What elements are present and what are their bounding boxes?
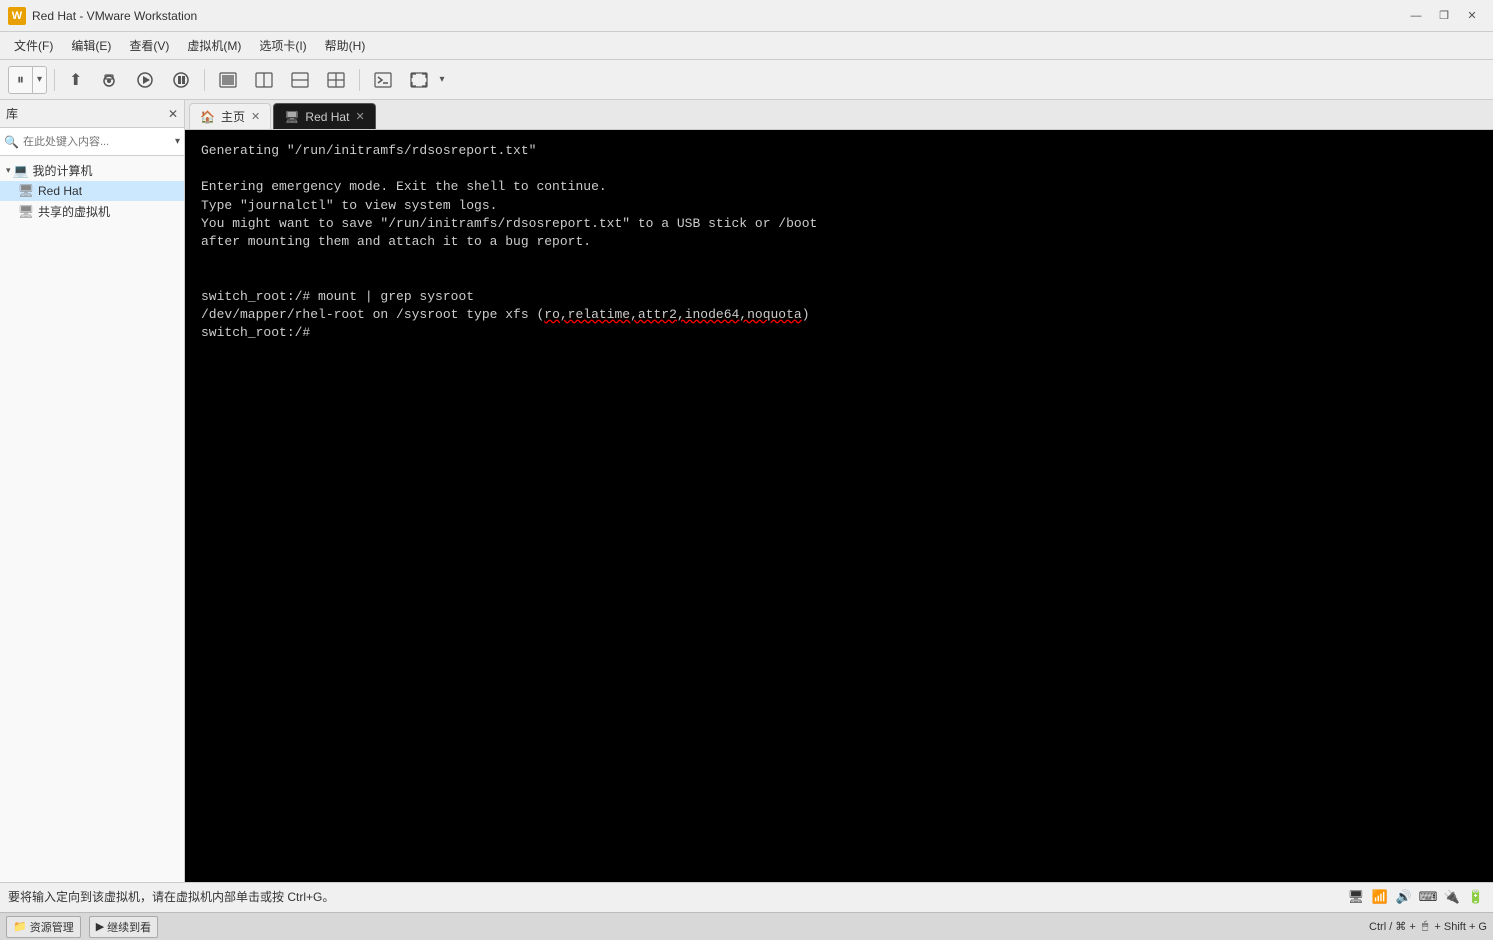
- taskbar-right: Ctrl / ⌘ + 🖱 + Shift + G: [1369, 920, 1487, 933]
- search-bar[interactable]: 🔍 ▾: [0, 128, 184, 156]
- my-computer-icon: 💻: [13, 163, 29, 179]
- pause-icon: ⏸: [9, 67, 33, 93]
- sidebar-tree: ▾ 💻 我的计算机 🖥 Red Hat 🖥 共享的虚拟机: [0, 156, 184, 882]
- taskbar-item-continue[interactable]: ▶ 继续到看: [89, 916, 158, 938]
- collapse-arrow-my-computer: ▾: [6, 165, 11, 176]
- home-tab-icon: 🏠: [200, 110, 215, 124]
- layout-single-icon: [219, 72, 237, 88]
- main-layout: 库 ✕ 🔍 ▾ ▾ 💻 我的计算机 🖥 Red Hat 🖥 共享的虚拟机: [0, 100, 1493, 882]
- tree-item-shared-vms[interactable]: 🖥 共享的虚拟机: [0, 201, 184, 222]
- menu-view[interactable]: 查看(V): [121, 35, 177, 56]
- layout-quad-button[interactable]: [320, 65, 352, 95]
- suspend-icon: [136, 71, 154, 89]
- menu-edit[interactable]: 编辑(E): [63, 35, 119, 56]
- close-button[interactable]: ✕: [1459, 6, 1485, 26]
- console-output: Generating "/run/initramfs/rdsosreport.t…: [185, 130, 1493, 354]
- resources-icon: 📁: [13, 920, 27, 933]
- taskbar-shortcut-label: Ctrl / ⌘ +: [1369, 920, 1416, 933]
- status-usb-icon[interactable]: 🔌: [1443, 888, 1461, 906]
- tabs-bar: 🏠 主页 ✕ 🖥 Red Hat ✕: [185, 100, 1493, 130]
- continue-icon: ▶: [96, 920, 104, 933]
- tree-item-my-computer[interactable]: ▾ 💻 我的计算机: [0, 160, 184, 181]
- terminal-button[interactable]: [367, 65, 399, 95]
- status-keyboard-icon[interactable]: ⌨: [1419, 888, 1437, 906]
- send-to-button[interactable]: ⬆: [62, 65, 89, 95]
- minimize-button[interactable]: —: [1403, 6, 1429, 26]
- menu-vm[interactable]: 虚拟机(M): [179, 35, 249, 56]
- menu-file[interactable]: 文件(F): [6, 35, 61, 56]
- home-tab-close[interactable]: ✕: [251, 110, 260, 123]
- shared-vms-label: 共享的虚拟机: [38, 203, 110, 220]
- vm-console[interactable]: Generating "/run/initramfs/rdsosreport.t…: [185, 130, 1493, 882]
- toolbar-sep-3: [359, 69, 360, 91]
- tab-home[interactable]: 🏠 主页 ✕: [189, 103, 271, 129]
- layout-split-h-button[interactable]: [248, 65, 280, 95]
- snapshot-icon: [100, 71, 118, 89]
- menu-tabs[interactable]: 选项卡(I): [251, 35, 314, 56]
- tabs-and-content: 🏠 主页 ✕ 🖥 Red Hat ✕ Generating "/run/init…: [185, 100, 1493, 882]
- fullscreen-icon: [410, 72, 428, 88]
- search-input[interactable]: [23, 136, 171, 148]
- red-hat-tab-close[interactable]: ✕: [355, 110, 364, 123]
- resume-button[interactable]: [165, 65, 197, 95]
- layout-split-h-icon: [255, 72, 273, 88]
- taskbar-mouse-icon: 🖱: [1422, 920, 1429, 933]
- fullscreen-button[interactable]: [403, 65, 435, 95]
- taskbar-item-resources[interactable]: 📁 资源管理: [6, 916, 81, 938]
- pause-button[interactable]: ⏸ ▾: [8, 66, 47, 94]
- resume-icon: [172, 71, 190, 89]
- window-title: Red Hat - VMware Workstation: [32, 9, 1403, 23]
- app-icon: W: [8, 7, 26, 25]
- taskbar: 📁 资源管理 ▶ 继续到看 Ctrl / ⌘ + 🖱 + Shift + G: [0, 912, 1493, 940]
- search-icon: 🔍: [4, 135, 19, 149]
- title-bar: W Red Hat - VMware Workstation — ❐ ✕: [0, 0, 1493, 32]
- shared-vms-icon: 🖥: [18, 204, 34, 220]
- menu-bar: 文件(F) 编辑(E) 查看(V) 虚拟机(M) 选项卡(I) 帮助(H): [0, 32, 1493, 60]
- status-audio-icon[interactable]: 🔊: [1395, 888, 1413, 906]
- sidebar-close-button[interactable]: ✕: [168, 107, 178, 121]
- restore-button[interactable]: ❐: [1431, 6, 1457, 26]
- resources-label: 资源管理: [30, 919, 74, 935]
- tree-item-red-hat[interactable]: 🖥 Red Hat: [0, 181, 184, 201]
- red-hat-label: Red Hat: [38, 184, 82, 198]
- sidebar: 库 ✕ 🔍 ▾ ▾ 💻 我的计算机 🖥 Red Hat 🖥 共享的虚拟机: [0, 100, 185, 882]
- red-hat-tab-label: Red Hat: [305, 110, 349, 124]
- continue-label: 继续到看: [107, 919, 151, 935]
- layout-split-v-icon: [291, 72, 309, 88]
- my-computer-label: 我的计算机: [33, 162, 93, 179]
- toolbar: ⏸ ▾ ⬆: [0, 60, 1493, 100]
- tab-red-hat[interactable]: 🖥 Red Hat ✕: [273, 103, 375, 129]
- home-tab-label: 主页: [221, 108, 245, 125]
- toolbar-sep-2: [204, 69, 205, 91]
- status-icons: 🖥 📶 🔊 ⌨ 🔌 🔋: [1347, 888, 1485, 906]
- taskbar-shift-label: + Shift + G: [1434, 921, 1487, 933]
- toolbar-sep-1: [54, 69, 55, 91]
- layout-single-button[interactable]: [212, 65, 244, 95]
- window-controls: — ❐ ✕: [1403, 6, 1485, 26]
- suspend-button[interactable]: [129, 65, 161, 95]
- sidebar-title: 库: [6, 105, 164, 122]
- red-hat-vm-icon: 🖥: [18, 183, 34, 199]
- status-bar: 要将输入定向到该虚拟机，请在虚拟机内部单击或按 Ctrl+G。 🖥 📶 🔊 ⌨ …: [0, 882, 1493, 910]
- layout-split-v-button[interactable]: [284, 65, 316, 95]
- fullscreen-arrow[interactable]: ▾: [439, 74, 444, 85]
- menu-help[interactable]: 帮助(H): [317, 35, 374, 56]
- pause-dropdown-arrow[interactable]: ▾: [33, 67, 46, 93]
- search-dropdown-arrow[interactable]: ▾: [175, 136, 180, 147]
- status-vm-icon[interactable]: 🖥: [1347, 888, 1365, 906]
- red-hat-tab-icon: 🖥: [284, 110, 299, 124]
- status-battery-icon[interactable]: 🔋: [1467, 888, 1485, 906]
- layout-quad-icon: [327, 72, 345, 88]
- status-network-icon[interactable]: 📶: [1371, 888, 1389, 906]
- snapshot-button[interactable]: [93, 65, 125, 95]
- status-hint-text: 要将输入定向到该虚拟机，请在虚拟机内部单击或按 Ctrl+G。: [8, 888, 1339, 905]
- terminal-icon: [374, 72, 392, 88]
- sidebar-header: 库 ✕: [0, 100, 184, 128]
